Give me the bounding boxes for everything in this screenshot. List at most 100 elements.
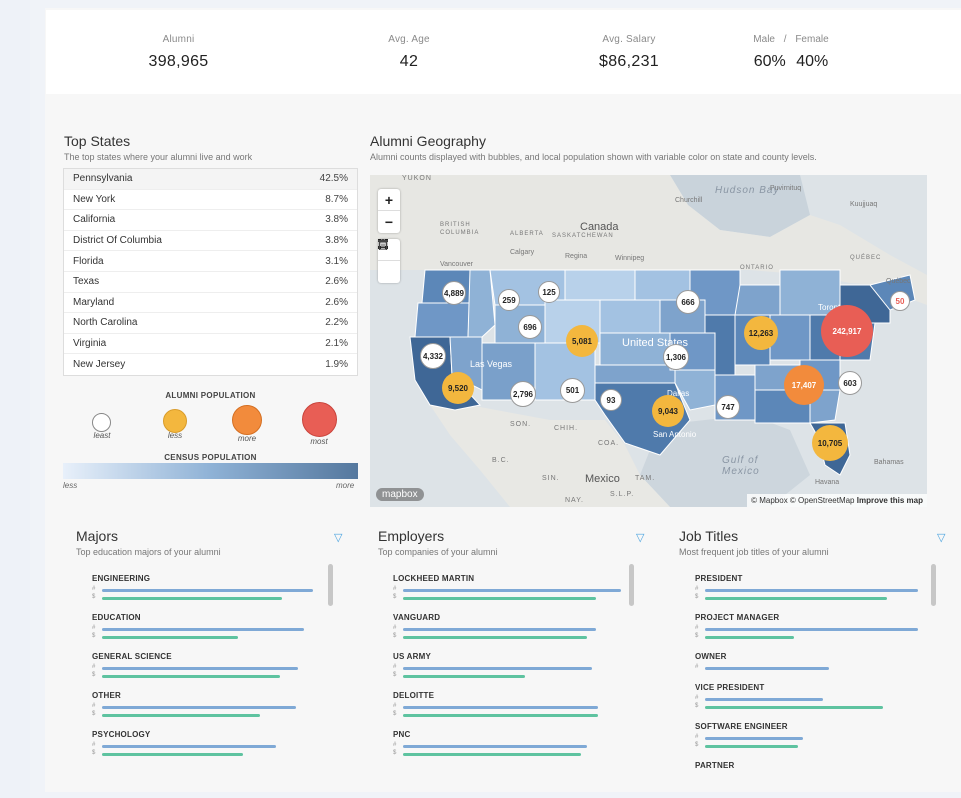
hash-icon: # (393, 664, 397, 670)
list-item[interactable]: OTHER # $ (92, 691, 330, 719)
state-row[interactable]: New York 8.7% (64, 190, 357, 211)
bubble-tx[interactable]: 9,043 (652, 395, 684, 427)
majors-scrollbar[interactable] (328, 564, 333, 606)
bubble-ms[interactable]: 747 (716, 395, 740, 419)
state-row[interactable]: California 3.8% (64, 210, 357, 231)
state-pct: 2.1% (325, 338, 348, 350)
salary-bar (705, 636, 794, 639)
improve-map-link[interactable]: Improve this map (857, 496, 923, 505)
hash-icon: # (92, 742, 96, 748)
job-titles-subtitle: Most frequent job titles of your alumni (679, 547, 829, 557)
state-name: Virginia (73, 338, 107, 350)
list-item[interactable]: PNC # $ (393, 730, 633, 758)
hash-icon: # (393, 586, 397, 592)
zoom-out-button[interactable]: − (378, 211, 400, 233)
bubble-ca-south[interactable]: 9,520 (442, 372, 474, 404)
state-pct: 1.9% (325, 359, 348, 371)
list-item[interactable]: US ARMY # $ (393, 652, 633, 680)
item-name: PSYCHOLOGY (92, 730, 151, 739)
state-pct: 3.1% (325, 255, 348, 267)
state-row[interactable]: North Carolina 2.2% (64, 313, 357, 334)
label-vancouver: Vancouver (440, 261, 473, 268)
employers-title: Employers (378, 528, 445, 544)
bubble-nc[interactable]: 17,407 (784, 365, 824, 405)
bubble-il[interactable]: 12,263 (744, 316, 778, 350)
list-item[interactable]: VICE PRESIDENT # $ (695, 683, 933, 711)
state-name: California (73, 214, 116, 226)
state-row[interactable]: Florida 3.1% (64, 251, 357, 272)
state-row[interactable]: New Jersey 1.9% (64, 354, 357, 375)
employers-filter-icon[interactable]: ▽ (636, 531, 644, 544)
job-titles-list: PRESIDENT # $ PROJECT MANAGER # $ OWNER # VICE P… (695, 574, 933, 784)
state-row[interactable]: Texas 2.6% (64, 272, 357, 293)
list-item[interactable]: LOCKHEED MARTIN # $ (393, 574, 633, 602)
list-item[interactable]: DELOITTE # $ (393, 691, 633, 719)
bubble-ks[interactable]: 1,306 (663, 344, 689, 370)
legend-less-circle (163, 409, 187, 433)
bubble-wa[interactable]: 4,889 (442, 281, 466, 305)
bubble-pa[interactable]: 242,917 (821, 305, 873, 357)
top-states-table: Pennsylvania 42.5% New York 8.7% Californi… (63, 168, 358, 376)
bubble-mt[interactable]: 125 (538, 281, 560, 303)
list-item[interactable]: PROJECT MANAGER # $ (695, 613, 933, 641)
label-son: SON. (510, 421, 532, 428)
count-bar-row: # (695, 586, 933, 594)
label-coa: COA. (598, 440, 620, 447)
top-states-subtitle: The top states where your alumni live an… (64, 152, 253, 162)
bubble-mn[interactable]: 666 (676, 290, 700, 314)
bubble-va[interactable]: 603 (838, 371, 862, 395)
count-bar-row: # (92, 664, 330, 672)
list-item[interactable]: SOFTWARE ENGINEER # $ (695, 722, 933, 750)
majors-filter-icon[interactable]: ▽ (334, 531, 342, 544)
salary-bar (705, 706, 883, 709)
dollar-icon: $ (393, 633, 397, 639)
job-titles-scrollbar[interactable] (931, 564, 936, 606)
label-havana: Havana (815, 479, 840, 486)
list-item[interactable]: OWNER # (695, 652, 933, 672)
mapbox-logo[interactable]: mapbox (376, 488, 424, 501)
bubble-ok[interactable]: 93 (600, 389, 622, 411)
employers-scrollbar[interactable] (629, 564, 634, 606)
job-titles-filter-icon[interactable]: ▽ (937, 531, 945, 544)
salary-bar-row: $ (393, 633, 633, 641)
bubble-ut[interactable]: 696 (518, 315, 542, 339)
list-item[interactable]: ENGINEERING # $ (92, 574, 330, 602)
state-row[interactable]: District Of Columbia 3.8% (64, 231, 357, 252)
list-item[interactable]: GENERAL SCIENCE # $ (92, 652, 330, 680)
legend-least-label: least (93, 431, 111, 440)
label-regina: Regina (565, 253, 588, 260)
alumni-map[interactable]: Hudson Bay Puvirnituq Kuujjuaq Churchill… (370, 175, 927, 507)
list-item[interactable]: PRESIDENT # $ (695, 574, 933, 602)
zoom-in-button[interactable]: + (378, 189, 400, 211)
state-row[interactable]: Maryland 2.6% (64, 293, 357, 314)
bubble-id[interactable]: 259 (498, 289, 520, 311)
dollar-icon: $ (393, 672, 397, 678)
count-bar (705, 628, 918, 631)
geo-title: Alumni Geography (370, 133, 486, 149)
bubble-az[interactable]: 2,796 (510, 381, 536, 407)
list-item[interactable]: VANGUARD # $ (393, 613, 633, 641)
list-item[interactable]: EDUCATION # $ (92, 613, 330, 641)
bubble-fl[interactable]: 10,705 (812, 425, 848, 461)
bubble-me[interactable]: 50 (890, 291, 910, 311)
bubble-co[interactable]: 5,081 (566, 325, 598, 357)
state-row[interactable]: Pennsylvania 42.5% (64, 169, 357, 190)
label-quebec: Québec (886, 278, 911, 285)
count-bar-row: # (92, 586, 330, 594)
state-row[interactable]: Virginia 2.1% (64, 334, 357, 355)
item-name: PRESIDENT (695, 574, 743, 583)
label-bc-mx: B.C. (492, 457, 510, 464)
list-item[interactable]: PARTNER (695, 761, 933, 770)
state-pct: 8.7% (325, 193, 348, 205)
label-winnipeg: Winnipeg (615, 255, 645, 262)
kpi-female-value: 40% (796, 53, 829, 70)
count-bar-row: # (92, 625, 330, 633)
trash-button[interactable] (378, 239, 400, 283)
dollar-icon: $ (92, 711, 96, 717)
label-nay: NAY. (565, 497, 584, 504)
bubble-ca-north[interactable]: 4,332 (420, 343, 446, 369)
count-bar (102, 706, 296, 709)
bubble-nm[interactable]: 501 (560, 378, 585, 403)
item-name: PROJECT MANAGER (695, 613, 780, 622)
list-item[interactable]: PSYCHOLOGY # $ (92, 730, 330, 758)
